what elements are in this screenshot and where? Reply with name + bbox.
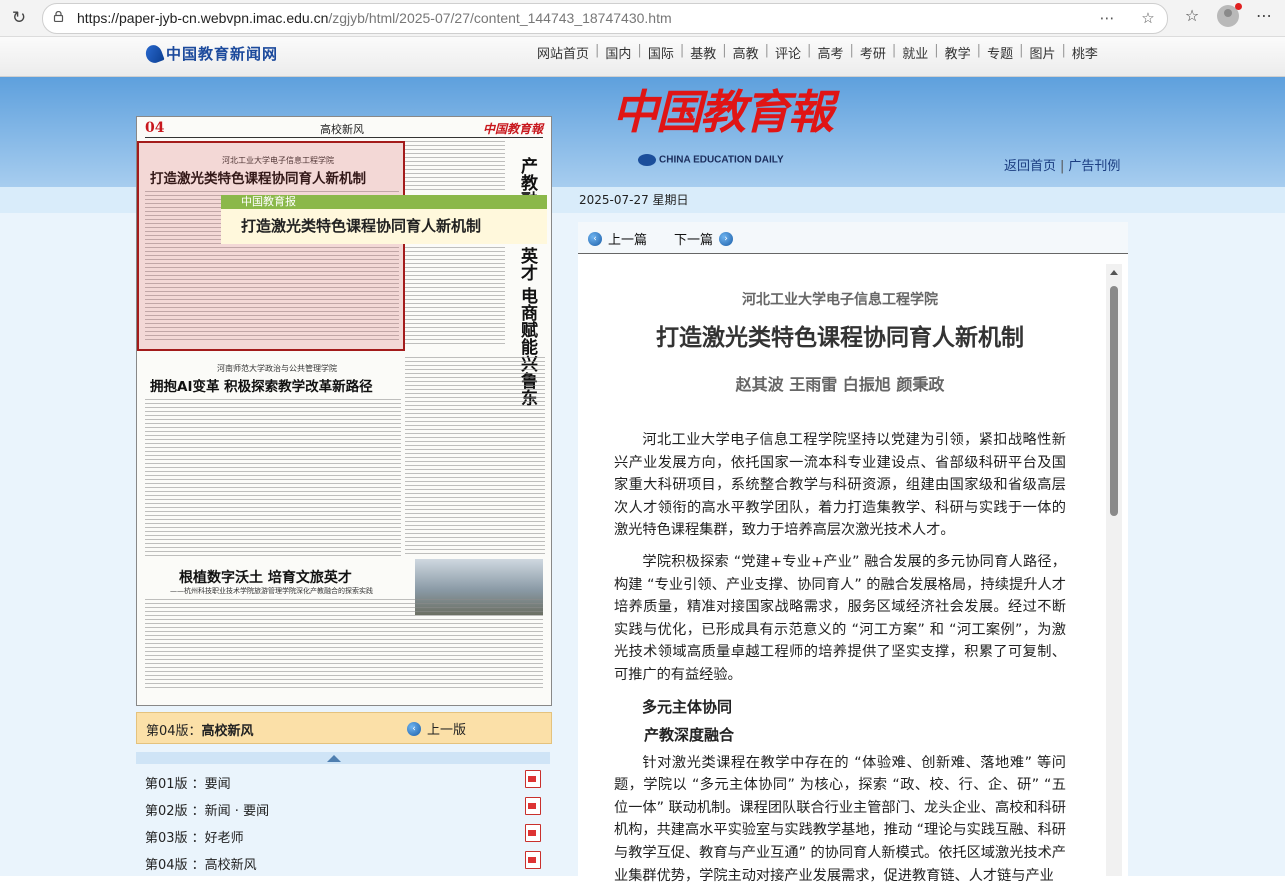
pdf-icon[interactable]	[525, 770, 541, 788]
edition-list-toggle[interactable]	[136, 752, 550, 764]
menu-item-home[interactable]: 网站首页	[532, 43, 594, 62]
article-kicker: 河北工业大学电子信息工程学院	[742, 292, 938, 308]
url-text[interactable]: https://paper-jyb-cn.webvpn.imac.edu.cn/…	[77, 10, 672, 26]
article-scrollbar[interactable]	[1106, 264, 1122, 876]
prev-article-button[interactable]: ‹ 上一篇	[588, 229, 647, 248]
article-nav: ‹ 上一篇 下一篇 ›	[578, 222, 1128, 254]
edition-item[interactable]: 第02版 ：新闻 · 要闻	[136, 793, 550, 820]
article-tooltip: 中国教育报 打造激光类特色课程协同育人新机制	[221, 195, 547, 245]
paper-right-body	[405, 141, 505, 191]
edition-list: 第01版 ：要闻 第02版 ：新闻 · 要闻 第03版 ：好老师 第04版 ：高…	[136, 766, 550, 874]
paper-story3-body	[145, 599, 543, 691]
paper-story2-body	[145, 399, 401, 557]
site-logo-text: 中国教育新闻网	[166, 45, 279, 63]
edition-item[interactable]: 第01版 ：要闻	[136, 766, 550, 793]
article-paragraph: 学院积极探索 “党建+专业+产业” 融合发展的多元协同育人路径，构建 “专业引领…	[614, 553, 1066, 683]
lock-icon[interactable]	[53, 11, 64, 22]
paper-story2-kicker: 河南师范大学政治与公共管理学院	[217, 364, 337, 373]
article-paragraph: 河北工业大学电子信息工程学院坚持以党建为引领，紧扣战略性新兴产业发展方向，依托国…	[614, 432, 1066, 539]
paper-story3-sub: ——杭州科技职业技术学院旅游管理学院深化产教融合的探索实践	[170, 587, 373, 595]
article-content: 河北工业大学电子信息工程学院 打造激光类特色课程协同育人新机制 赵其波 王雨雷 …	[614, 285, 1066, 896]
ad-rates-link[interactable]: 广告刊例	[1068, 159, 1120, 174]
menu-item-postgrad[interactable]: 考研	[855, 43, 891, 62]
header-links: 返回首页 | 广告刊例	[1004, 155, 1120, 174]
browser-toolbar: ↻ https://paper-jyb-cn.webvpn.imac.edu.c…	[0, 0, 1285, 37]
site-logo-icon	[143, 42, 165, 65]
menu-item-employment[interactable]: 就业	[897, 43, 933, 62]
edition-item[interactable]: 第03版 ：好老师	[136, 820, 550, 847]
masthead-english: CHINA EDUCATION DAILY	[638, 154, 784, 166]
article-paragraph: 针对激光类课程在教学中存在的 “体验难、创新难、落地难” 等问题，学院以 “多元…	[614, 754, 1066, 884]
profile-avatar[interactable]	[1217, 3, 1242, 27]
paper-section-name: 高校新风	[320, 123, 364, 136]
next-arrow-icon: ›	[719, 231, 734, 246]
menu-item-international[interactable]: 国际	[643, 43, 679, 62]
collapse-up-icon	[327, 755, 341, 762]
issue-date: 2025-07-27 星期日	[579, 193, 689, 207]
menu-item-taoli[interactable]: 桃李	[1067, 43, 1103, 62]
prev-edition-button[interactable]: ‹ 上一版	[407, 719, 466, 738]
menu-item-photos[interactable]: 图片	[1024, 43, 1060, 62]
version-bar: 第04版：高校新风 ‹ 上一版	[136, 712, 552, 744]
masthead-emblem-icon	[638, 154, 656, 166]
masthead: 中国教育報 CHINA EDUCATION DAILY	[612, 85, 834, 166]
menu-item-topics[interactable]: 专题	[982, 43, 1018, 62]
menu-item-domestic[interactable]: 国内	[600, 43, 636, 62]
article-authors: 赵其波 王雨雷 白振旭 颜秉政	[735, 375, 945, 394]
site-menu: 网站首页 | 国内 | 国际 | 基教 | 高教 | 评论 | 高考 | 考研 | 就业 | 教学…	[532, 43, 1103, 62]
tooltip-source: 中国教育报	[221, 195, 547, 209]
next-article-button[interactable]: 下一篇 ›	[674, 229, 734, 248]
tooltip-title[interactable]: 打造激光类特色课程协同育人新机制	[221, 209, 547, 244]
more-menu-icon[interactable]: ⋯	[1252, 6, 1276, 25]
paper-right-body-3	[405, 357, 545, 557]
favorites-list-icon[interactable]: ☆	[1180, 6, 1204, 25]
paper-page-number: 04	[145, 120, 165, 136]
article-title: 打造激光类特色课程协同育人新机制	[656, 325, 1024, 351]
masthead-title: 中国教育報	[612, 85, 834, 139]
menu-item-commentary[interactable]: 评论	[770, 43, 806, 62]
menu-item-gaokao[interactable]: 高考	[812, 43, 848, 62]
menu-item-basic-edu[interactable]: 基教	[685, 43, 721, 62]
scroll-up-icon[interactable]	[1110, 270, 1118, 275]
scroll-thumb[interactable]	[1110, 286, 1118, 516]
site-topnav: 中国教育新闻网 网站首页 | 国内 | 国际 | 基教 | 高教 | 评论 | 高考 | 考研…	[0, 37, 1285, 77]
more-options-icon[interactable]: ⋯	[1098, 9, 1116, 27]
favorite-star-icon[interactable]: ☆	[1139, 9, 1157, 27]
paper-right-body-2	[405, 247, 505, 347]
prev-arrow-icon: ‹	[588, 231, 602, 246]
paper-page-header: 04 高校新风 中国教育報	[145, 120, 543, 138]
paper-story3-headline: 根植数字沃土 培育文旅英才	[179, 570, 352, 586]
article-highlight-box[interactable]	[137, 141, 405, 351]
link-sep: |	[1060, 159, 1065, 174]
article-subheading: 多元主体协同	[642, 697, 733, 716]
back-home-link[interactable]: 返回首页	[1004, 159, 1056, 174]
pdf-icon[interactable]	[525, 851, 541, 869]
paper-logo: 中国教育報	[482, 122, 543, 136]
reload-icon[interactable]: ↻	[7, 6, 31, 30]
paper-story2-headline: 拥抱AI变革 积极探索教学改革新路径	[150, 379, 373, 395]
address-bar[interactable]: https://paper-jyb-cn.webvpn.imac.edu.cn/…	[42, 3, 1168, 34]
pdf-icon[interactable]	[525, 824, 541, 842]
notification-dot	[1235, 3, 1242, 10]
current-edition-label: 第04版：高校新风	[146, 724, 254, 739]
site-logo[interactable]: 中国教育新闻网	[143, 42, 279, 65]
edition-item[interactable]: 第04版 ：高校新风	[136, 847, 550, 874]
article-subheading: 产教深度融合	[644, 725, 735, 744]
menu-item-higher-edu[interactable]: 高教	[728, 43, 764, 62]
pdf-icon[interactable]	[525, 797, 541, 815]
menu-item-teaching[interactable]: 教学	[940, 43, 976, 62]
prev-circle-icon: ‹	[407, 721, 421, 736]
